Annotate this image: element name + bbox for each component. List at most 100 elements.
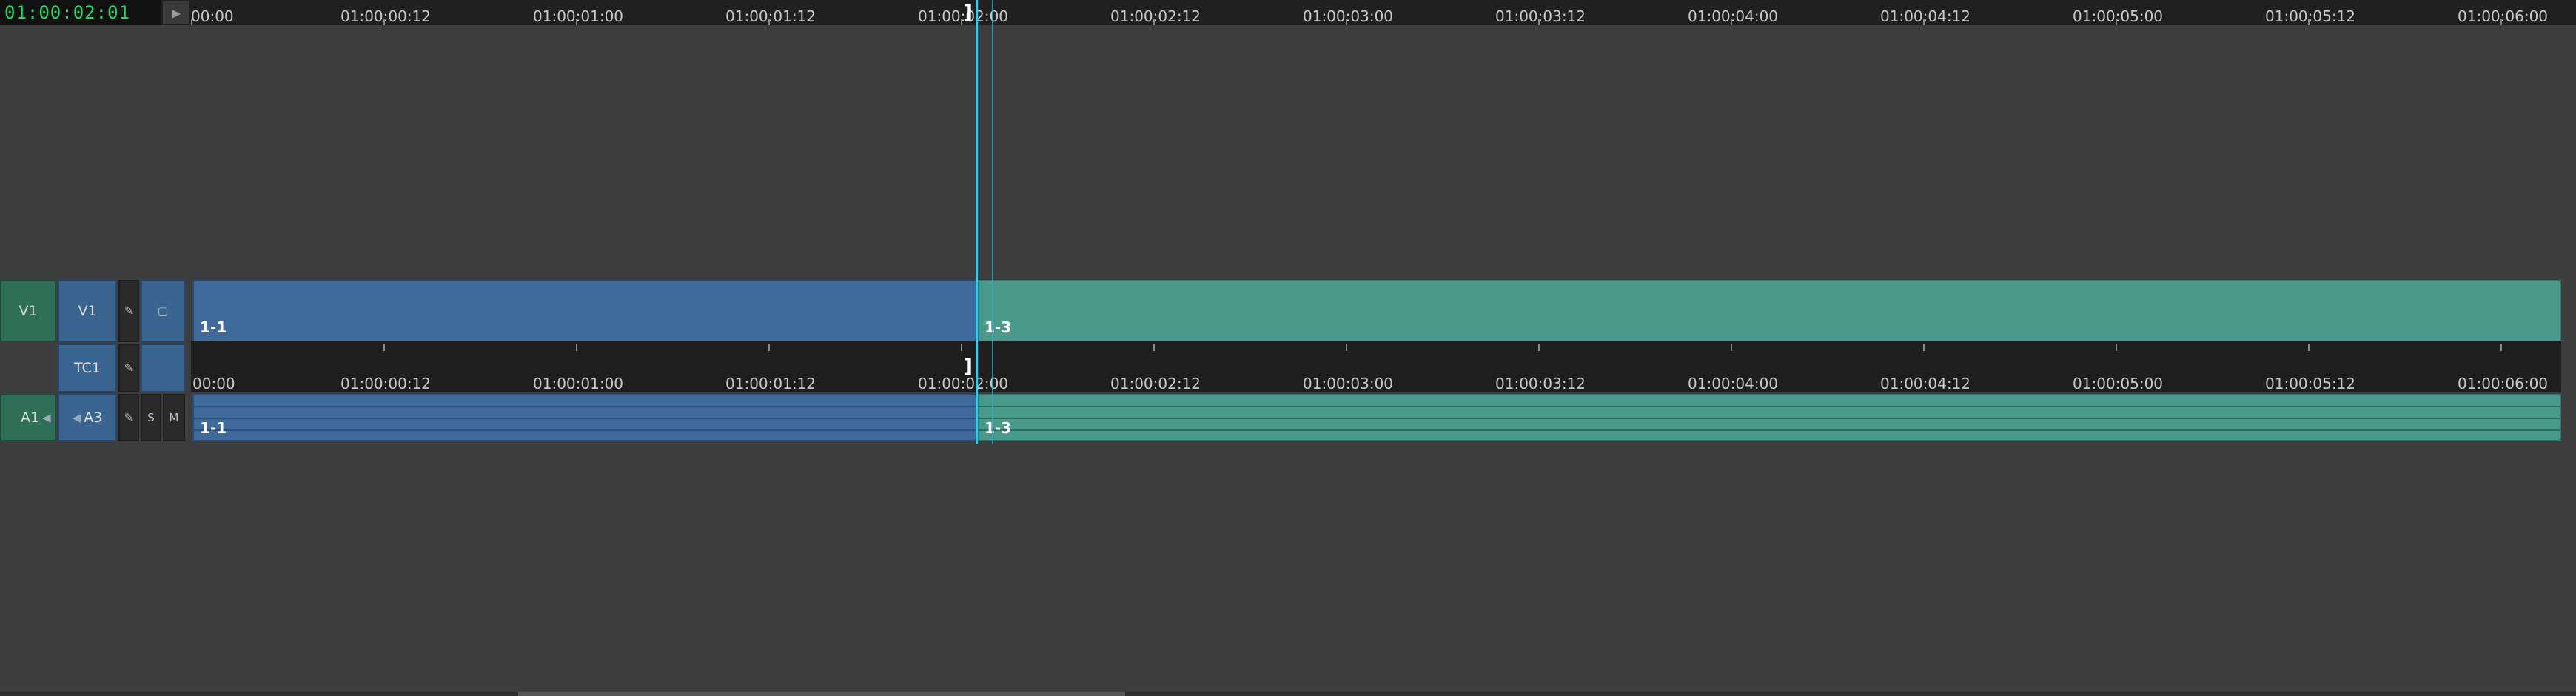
ruler-tick (2116, 19, 2117, 25)
a1-source-label: A1 (21, 409, 40, 426)
ruler-tick-label: 01:00:04:00 (1688, 7, 1779, 25)
pencil-icon: ✎ (124, 361, 134, 375)
v1-record-label: V1 (78, 303, 97, 319)
tc-tick (768, 344, 770, 351)
tc1-track[interactable]: TC1 (58, 344, 117, 392)
clip-name: 1-1 (200, 419, 227, 437)
a3-record-label: A3 (84, 409, 103, 426)
tc-tick (961, 344, 962, 351)
audio-lane (194, 418, 976, 419)
a3-edit-toggle[interactable]: ✎ (118, 394, 139, 441)
tc-tick-label: 01:00:03:00 (1303, 375, 1394, 392)
v1-edit-toggle[interactable]: ✎ (118, 280, 139, 342)
tc1-label: TC1 (74, 360, 101, 376)
ruler-tick (768, 19, 770, 25)
ruler-tick-label: 01:00:05:00 (2073, 7, 2164, 25)
pencil-icon: ✎ (124, 304, 134, 318)
tc-tick-label: 00:00 (192, 375, 235, 392)
ruler-tick-label: 00:00 (191, 7, 234, 25)
ruler-tick (1153, 19, 1155, 25)
ruler-tick (1346, 19, 1347, 25)
tc-tick-label: 01:00:05:12 (2265, 375, 2356, 392)
ruler-tick (1731, 19, 1732, 25)
audio-lane (979, 406, 2560, 407)
clip-name: 1-3 (985, 419, 1012, 437)
pencil-icon: ✎ (124, 411, 134, 424)
playhead-marker (992, 0, 993, 444)
current-timecode: 01:00:02:01 (4, 2, 130, 23)
v1-monitor-toggle[interactable]: ▢ (141, 280, 185, 342)
ruler-tick-label: 01:00:00:12 (341, 7, 432, 25)
solo-button[interactable]: S (141, 394, 161, 441)
playhead[interactable] (976, 0, 978, 444)
ruler-tick-label: 01:00:02:00 (918, 7, 1009, 25)
tc-tick (1346, 344, 1347, 351)
ruler-tick (2308, 19, 2310, 25)
ruler-tick-label: 01:00:02:12 (1110, 7, 1201, 25)
tc-tick-label: 01:00:04:12 (1880, 375, 1971, 392)
tc-tick (576, 344, 577, 351)
playhead-bracket-top: ] (964, 1, 973, 24)
video-clip[interactable]: 1-3 (977, 280, 2561, 342)
ruler-tick (1538, 19, 1540, 25)
v1-record-track[interactable]: V1 (58, 280, 117, 342)
v1-source-label: V1 (19, 303, 38, 319)
tc-tick-label: 01:00:02:12 (1110, 375, 1201, 392)
mute-label: M (169, 411, 179, 424)
tc-tick (2308, 344, 2310, 351)
ruler-tick-label: 01:00:05:12 (2265, 7, 2356, 25)
speaker-icon: ◀ (72, 411, 81, 424)
tc-tick (2116, 344, 2117, 351)
tc-tick-label: 01:00:01:00 (533, 375, 624, 392)
clip-name: 1-3 (985, 318, 1012, 336)
play-icon: ▶ (171, 5, 181, 20)
tc-tick (2500, 344, 2502, 351)
audio-lane (194, 406, 976, 407)
playhead-bracket-tc: ] (964, 355, 973, 378)
ruler-tick (961, 19, 962, 25)
tc-tick (1731, 344, 1732, 351)
ruler-tick (1923, 19, 1925, 25)
horizontal-scrollbar[interactable] (0, 692, 2576, 696)
ruler-tick (191, 19, 192, 25)
ruler-tick-label: 01:00:01:12 (725, 7, 816, 25)
ruler-tick-label: 01:00:03:12 (1495, 7, 1586, 25)
ruler-tick-label: 01:00:03:00 (1303, 7, 1394, 25)
ruler-tick (2500, 19, 2502, 25)
ruler-tick (383, 19, 385, 25)
tc1-edit-toggle[interactable]: ✎ (118, 344, 139, 392)
solo-label: S (147, 411, 155, 424)
speaker-icon: ◀ (42, 411, 51, 424)
tc-tick-label: 01:00:06:00 (2458, 375, 2549, 392)
timecode-display: 01:00:02:01 (0, 0, 161, 25)
ruler-tick-label: 01:00:04:12 (1880, 7, 1971, 25)
audio-clip[interactable]: 1-3 (977, 394, 2561, 441)
tc-tick-label: 01:00:03:12 (1495, 375, 1586, 392)
tc-tick (1538, 344, 1540, 351)
ruler-tick-label: 01:00:06:00 (2458, 7, 2549, 25)
ruler-tick (576, 19, 577, 25)
tc-tick (1923, 344, 1925, 351)
audio-lane (979, 429, 2560, 431)
tc-tick-label: 01:00:02:00 (918, 375, 1009, 392)
mute-button[interactable]: M (163, 394, 185, 441)
monitor-icon: ▢ (157, 304, 169, 318)
play-button[interactable]: ▶ (163, 1, 189, 24)
tc-tick-label: 01:00:00:12 (341, 375, 432, 392)
a3-record-track[interactable]: ◀ A3 (58, 394, 117, 441)
tc-tick (383, 344, 385, 351)
v1-source-track[interactable]: V1 (0, 280, 56, 342)
tc1-monitor-toggle[interactable] (141, 344, 185, 392)
audio-lane (979, 418, 2560, 419)
clip-name: 1-1 (200, 318, 227, 336)
tc-tick (1153, 344, 1155, 351)
tc-tick-label: 01:00:05:00 (2073, 375, 2164, 392)
scrollbar-thumb[interactable] (518, 692, 1125, 696)
tc-tick-label: 01:00:01:12 (725, 375, 816, 392)
video-clip[interactable]: 1-1 (192, 280, 977, 342)
tc-tick-label: 01:00:04:00 (1688, 375, 1779, 392)
audio-clip[interactable]: 1-1 (192, 394, 977, 441)
ruler-tick-label: 01:00:01:00 (533, 7, 624, 25)
a1-source-track[interactable]: A1 ◀ (0, 394, 56, 441)
audio-lane (194, 429, 976, 431)
